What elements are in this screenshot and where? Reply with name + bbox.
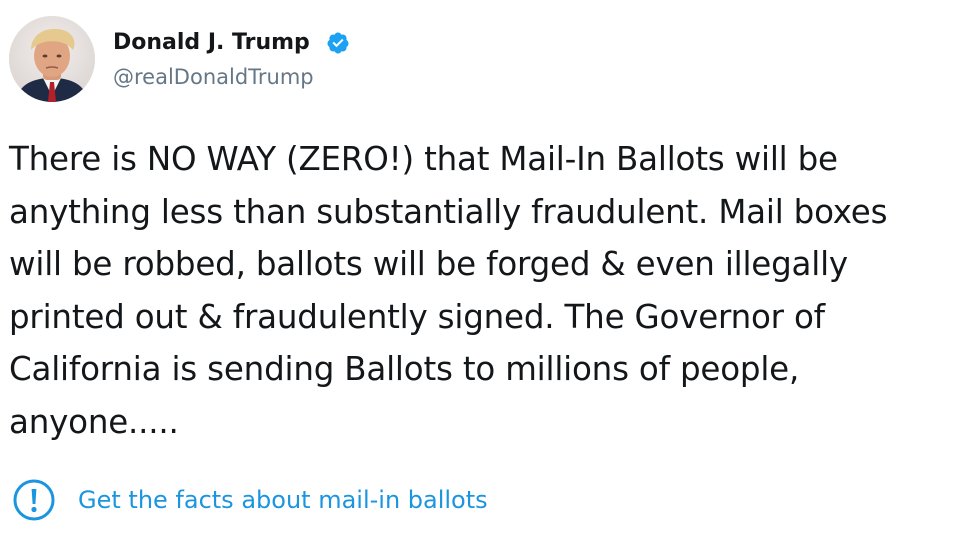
avatar[interactable] (9, 16, 95, 102)
profile-photo (9, 16, 95, 102)
exclamation-circle-icon (13, 479, 55, 521)
fact-check-label: Get the facts about mail-in ballots (78, 486, 488, 514)
tweet-text: There is NO WAY (ZERO!) that Mail-In Bal… (9, 140, 888, 441)
tweet-card: Donald J. Trump @realDonaldTrump There i… (0, 0, 976, 549)
author-handle[interactable]: @realDonaldTrump (113, 63, 314, 91)
author-display-name[interactable]: Donald J. Trump (113, 28, 310, 58)
verified-badge-icon (327, 32, 349, 54)
fact-check-link[interactable]: Get the facts about mail-in ballots (12, 478, 488, 522)
